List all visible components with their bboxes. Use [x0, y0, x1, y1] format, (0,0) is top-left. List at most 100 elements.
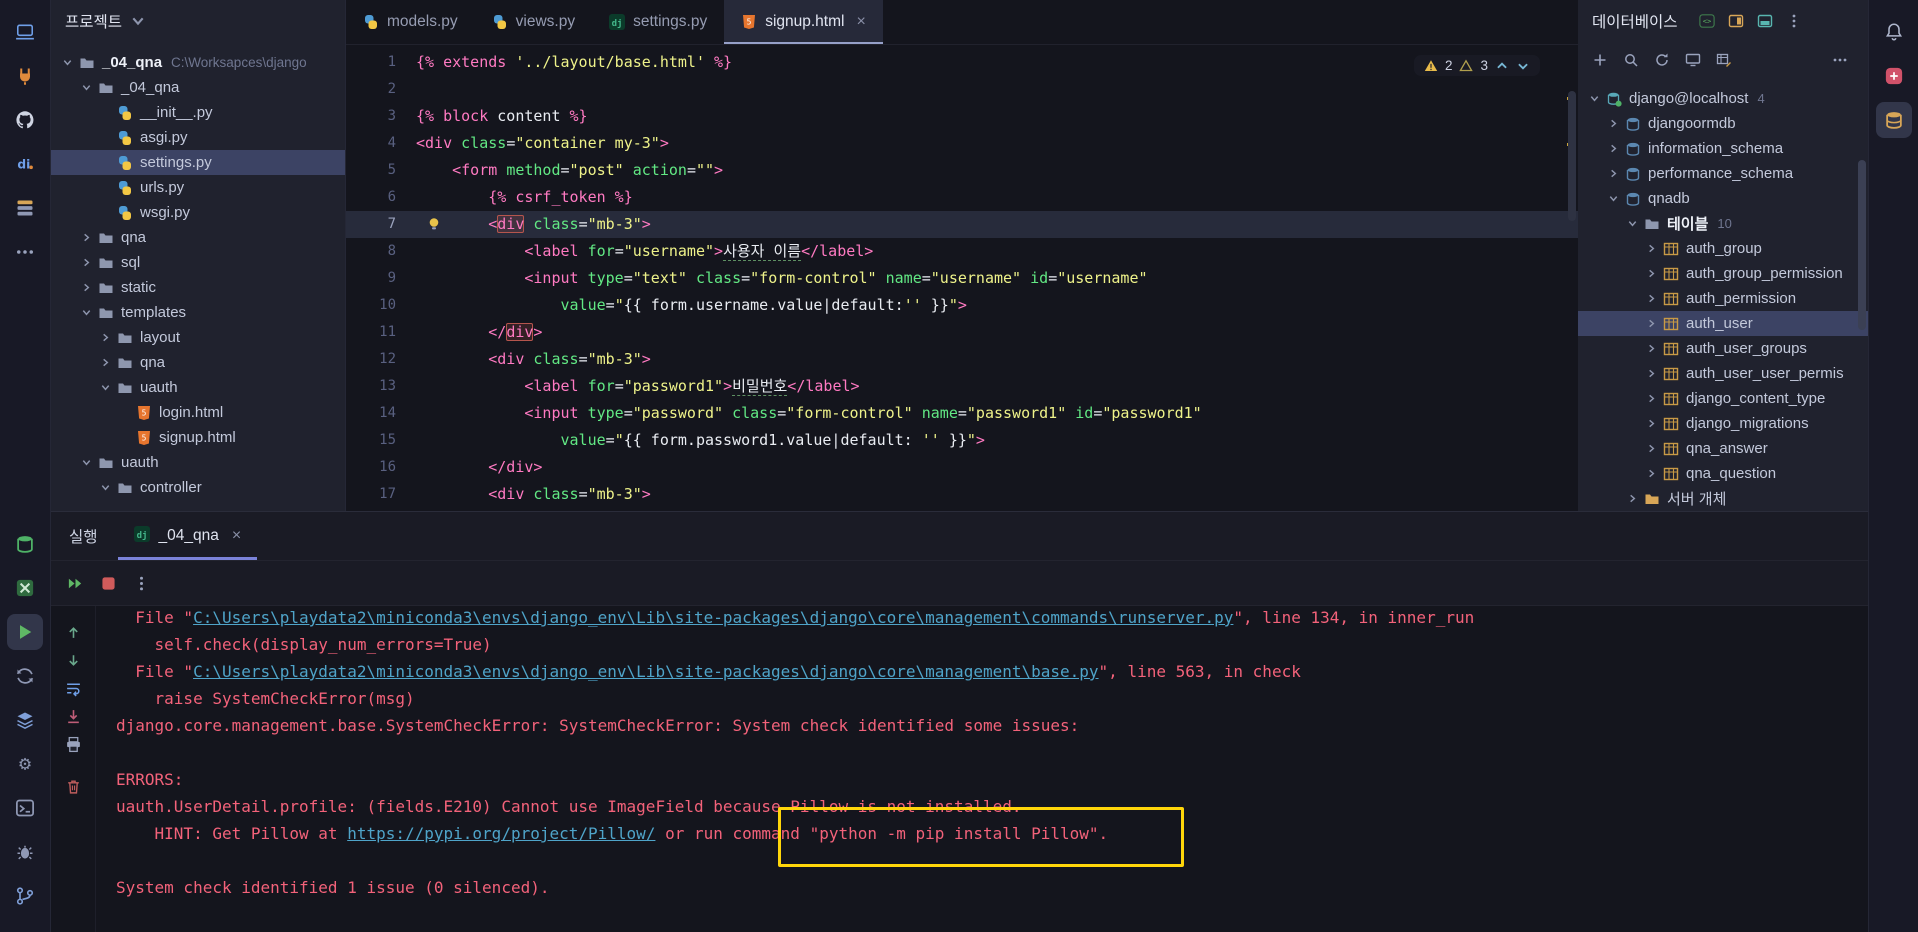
bell-button[interactable]: [1876, 14, 1912, 50]
layout-orange-button[interactable]: [1728, 13, 1744, 29]
project-tree-row[interactable]: controller: [51, 475, 345, 500]
code-line[interactable]: 4 <div class="container my-3">: [346, 130, 1578, 157]
chevron-right-icon[interactable]: [1641, 318, 1661, 329]
chevron-right-icon[interactable]: [1603, 143, 1623, 154]
console-link[interactable]: C:\Users\playdata2\miniconda3\envs\djang…: [193, 662, 1098, 681]
editor-scrollbar[interactable]: [1564, 45, 1578, 512]
trash-button[interactable]: [65, 778, 82, 795]
database-amber-button[interactable]: [1875, 102, 1912, 138]
more-button[interactable]: [1832, 52, 1848, 68]
code-line[interactable]: 13 <label for="password1">비밀번호</label>: [346, 373, 1578, 400]
db-tree-row[interactable]: qnadb: [1578, 186, 1868, 211]
db-tree-row[interactable]: auth_user_user_permis: [1578, 361, 1868, 386]
editor-tab-signup-html[interactable]: 5 signup.html ×: [724, 0, 883, 44]
sql-file-button[interactable]: [7, 570, 43, 606]
services-db-button[interactable]: [7, 526, 43, 562]
chevron-right-icon[interactable]: [1603, 168, 1623, 179]
db-tree-row[interactable]: django_content_type: [1578, 386, 1868, 411]
chevron-right-icon[interactable]: [76, 232, 96, 243]
project-tree-row[interactable]: static: [51, 275, 345, 300]
project-tree-row[interactable]: layout: [51, 325, 345, 350]
chevron-right-icon[interactable]: [95, 357, 115, 368]
chevron-right-icon[interactable]: [1641, 368, 1661, 379]
chevron-right-icon[interactable]: [1641, 393, 1661, 404]
stop-button[interactable]: [100, 575, 117, 592]
bookmarks-button[interactable]: [7, 190, 43, 226]
code-line[interactable]: 5 <form method="post" action="">: [346, 157, 1578, 184]
project-tree-row[interactable]: urls.py: [51, 175, 345, 200]
db-tree-row[interactable]: auth_user_groups: [1578, 336, 1868, 361]
chevron-down-icon[interactable]: [95, 382, 115, 393]
next-problem-icon[interactable]: [1516, 59, 1530, 73]
code-line[interactable]: 3 {% block content %}: [346, 103, 1578, 130]
github-button[interactable]: [7, 102, 43, 138]
code-line[interactable]: 17 <div class="mb-3">: [346, 481, 1578, 508]
dbnav-button[interactable]: di: [7, 146, 43, 182]
db-tree-row[interactable]: django@localhost 4: [1578, 86, 1868, 111]
code-line[interactable]: 9 <input type="text" class="form-control…: [346, 265, 1578, 292]
chevron-down-icon[interactable]: [76, 307, 96, 318]
terminal-green-button[interactable]: <>: [1699, 13, 1715, 29]
chevron-down-icon[interactable]: [57, 57, 77, 68]
database-panel-header[interactable]: 데이터베이스 <>: [1578, 0, 1868, 42]
code-line[interactable]: 6 {% csrf_token %}: [346, 184, 1578, 211]
sync-button[interactable]: [7, 658, 43, 694]
chevron-right-icon[interactable]: [1641, 243, 1661, 254]
chevron-down-icon[interactable]: [76, 82, 96, 93]
scrollbar-thumb[interactable]: [1858, 160, 1866, 330]
code-line[interactable]: 2: [346, 76, 1578, 103]
editor-tab-models-py[interactable]: models.py: [346, 0, 475, 44]
code-line[interactable]: 7 <div class="mb-3">: [346, 211, 1578, 238]
chevron-right-icon[interactable]: [1641, 443, 1661, 454]
project-tree-row[interactable]: wsgi.py: [51, 200, 345, 225]
run-console[interactable]: File "C:\Users\playdata2\miniconda3\envs…: [96, 606, 1868, 932]
git-branch-button[interactable]: [7, 878, 43, 914]
db-tree-row[interactable]: auth_group_permission: [1578, 261, 1868, 286]
refresh-button[interactable]: [1654, 52, 1670, 68]
layers-button[interactable]: [7, 702, 43, 738]
db-tree-row[interactable]: auth_user: [1578, 311, 1868, 336]
code-line[interactable]: 1 {% extends '../layout/base.html' %}: [346, 49, 1578, 76]
table-edit-button[interactable]: [1716, 52, 1732, 68]
project-tree-row[interactable]: 5 signup.html: [51, 425, 345, 450]
db-tree-row[interactable]: performance_schema: [1578, 161, 1868, 186]
gear-button[interactable]: ⚙: [7, 746, 43, 782]
chevron-down-icon[interactable]: [76, 457, 96, 468]
project-tree-row[interactable]: qna: [51, 350, 345, 375]
up-arrow-button[interactable]: [65, 624, 82, 641]
layout-teal-button[interactable]: [1757, 13, 1773, 29]
project-tree-row[interactable]: qna: [51, 225, 345, 250]
chevron-down-icon[interactable]: [95, 482, 115, 493]
code-line[interactable]: 12 <div class="mb-3">: [346, 346, 1578, 373]
bug-button[interactable]: [7, 834, 43, 870]
editor-tab-views-py[interactable]: views.py: [475, 0, 592, 44]
editor-tab-settings-py[interactable]: dj settings.py: [592, 0, 724, 44]
code-line[interactable]: 14 <input type="password" class="form-co…: [346, 400, 1578, 427]
project-tree-row[interactable]: __init__.py: [51, 100, 345, 125]
terminal-button[interactable]: [7, 790, 43, 826]
soft-wrap-button[interactable]: [65, 680, 82, 697]
chevron-right-icon[interactable]: [76, 257, 96, 268]
db-tree-row[interactable]: django_migrations: [1578, 411, 1868, 436]
code-line[interactable]: 8 <label for="username">사용자 이름</label>: [346, 238, 1578, 265]
printer-button[interactable]: [65, 736, 82, 753]
inspections-widget[interactable]: 2 3: [1413, 55, 1540, 76]
kebab-button[interactable]: [1786, 13, 1802, 29]
chevron-right-icon[interactable]: [1641, 343, 1661, 354]
db-tree-row[interactable]: auth_group: [1578, 236, 1868, 261]
run-window-title[interactable]: 실행: [51, 512, 118, 560]
db-tree-row[interactable]: information_schema: [1578, 136, 1868, 161]
console-link[interactable]: https://pypi.org/project/Pillow/: [347, 824, 655, 843]
chevron-right-icon[interactable]: [1641, 418, 1661, 429]
project-tree-row[interactable]: uauth: [51, 450, 345, 475]
project-panel-header[interactable]: 프로젝트: [51, 0, 345, 42]
project-tree-row[interactable]: 5 login.html: [51, 400, 345, 425]
project-tree-row[interactable]: asgi.py: [51, 125, 345, 150]
project-tree-row[interactable]: templates: [51, 300, 345, 325]
project-tree-row[interactable]: settings.py: [51, 150, 345, 175]
code-editor[interactable]: 1 {% extends '../layout/base.html' %} 2 3 {%…: [346, 45, 1578, 512]
chevron-right-icon[interactable]: [1622, 493, 1642, 504]
db-tree-row[interactable]: qna_answer: [1578, 436, 1868, 461]
code-line[interactable]: 15 value="{{ form.password1.value|defaul…: [346, 427, 1578, 454]
close-icon[interactable]: ×: [232, 527, 241, 545]
